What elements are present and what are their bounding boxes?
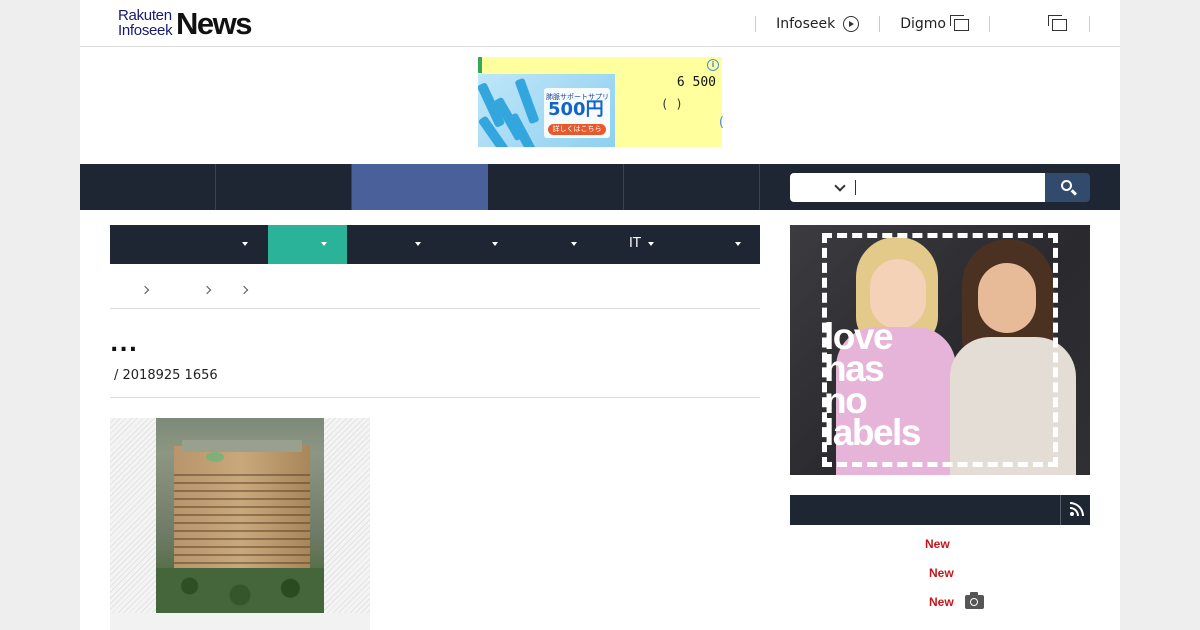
article-date: / 2018925 1656 xyxy=(114,368,218,383)
header-links: Infoseek Digmo xyxy=(755,12,1090,36)
subnav-item-active[interactable] xyxy=(268,225,347,264)
ad-details-button[interactable]: 詳しくはこちら xyxy=(548,124,606,135)
article-title: ... xyxy=(110,332,139,357)
photo-helipad xyxy=(206,452,224,462)
nav-item[interactable] xyxy=(80,164,216,210)
search-category-select[interactable] xyxy=(790,173,852,202)
search-form xyxy=(790,173,1090,202)
article-photo[interactable] xyxy=(156,418,324,613)
text-cursor xyxy=(855,180,856,195)
ad-text-line1: 6 500 xyxy=(676,75,716,90)
new-badge: New xyxy=(929,566,954,580)
subnav-item[interactable] xyxy=(110,225,268,264)
search-input[interactable] xyxy=(852,173,1045,202)
main-nav xyxy=(80,164,1120,210)
ad-slogan: love has no labels xyxy=(824,318,984,453)
caret-down-icon xyxy=(735,242,741,246)
page: Rakuten Infoseek News Infoseek Digmo i 肺… xyxy=(80,0,1120,630)
external-link[interactable] xyxy=(990,15,1089,31)
logo-news: News xyxy=(176,6,252,41)
ad-marker xyxy=(478,57,482,73)
divider xyxy=(110,397,760,398)
subnav-label: IT xyxy=(629,236,641,251)
chevron-right-icon xyxy=(202,285,212,295)
rss-button[interactable] xyxy=(1060,495,1090,525)
nav-item[interactable] xyxy=(624,164,760,210)
circle-play-icon xyxy=(843,16,860,32)
ad-price-panel: 肺脈サポートサプリ 500円 詳しくはこちら xyxy=(544,88,610,138)
external-window-icon xyxy=(950,15,969,31)
digmo-link[interactable]: Digmo xyxy=(880,15,989,32)
subnav-item[interactable] xyxy=(660,225,760,264)
category-subnav: IT xyxy=(110,225,760,264)
search-button[interactable] xyxy=(1045,173,1090,202)
new-badge: New xyxy=(925,537,950,551)
infoseek-link-label: Infoseek xyxy=(776,16,836,32)
caret-down-icon xyxy=(415,242,421,246)
article-photo-frame xyxy=(110,418,370,630)
external-window-icon xyxy=(1048,15,1067,31)
caret-down-icon xyxy=(648,242,654,246)
ad-text-line2: ( ) xyxy=(661,97,683,111)
caret-down-icon xyxy=(492,242,498,246)
banner-ad[interactable]: i 肺脈サポートサプリ 500円 詳しくはこちら 6 500 ( ) ( xyxy=(478,57,724,147)
infoseek-link[interactable]: Infoseek xyxy=(756,16,879,32)
sidebar-section-header xyxy=(790,495,1090,525)
nav-item[interactable] xyxy=(488,164,624,210)
nav-item[interactable] xyxy=(216,164,352,210)
subnav-item[interactable] xyxy=(503,225,581,264)
ad-info-icon[interactable]: i xyxy=(707,59,719,71)
search-icon xyxy=(1061,180,1072,191)
chevron-right-icon xyxy=(239,285,249,295)
new-badge: New xyxy=(929,595,954,609)
nav-item-active[interactable] xyxy=(352,164,488,210)
ad-text-line3: ( xyxy=(718,115,724,130)
ad-product-image: 肺脈サポートサプリ 500円 詳しくはこちら xyxy=(478,74,615,147)
breadcrumb xyxy=(110,270,760,309)
photo-building-floors xyxy=(174,468,310,578)
chevron-down-icon xyxy=(834,180,846,192)
subnav-item[interactable] xyxy=(425,225,503,264)
caret-down-icon xyxy=(242,242,248,246)
site-header: Rakuten Infoseek News Infoseek Digmo xyxy=(80,0,1120,47)
digmo-link-label: Digmo xyxy=(900,16,946,32)
logo-rakuten-infoseek: Rakuten Infoseek xyxy=(118,8,178,38)
header-divider xyxy=(1089,16,1090,32)
photo-trees xyxy=(156,568,324,613)
subnav-item[interactable]: IT xyxy=(581,225,660,264)
sidebar-ad[interactable]: love has no labels xyxy=(790,225,1090,475)
subnav-item[interactable] xyxy=(347,225,425,264)
photo-caption xyxy=(110,613,370,630)
photo-building-roof xyxy=(182,440,302,452)
rss-icon-dot xyxy=(1070,512,1074,516)
caret-down-icon xyxy=(571,242,577,246)
chevron-right-icon xyxy=(140,285,150,295)
logo-line-infoseek: Infoseek xyxy=(118,22,173,39)
ad-price: 500円 xyxy=(548,99,604,120)
camera-icon xyxy=(965,592,984,609)
caret-down-icon xyxy=(321,242,327,246)
ad-slogan-line: labels xyxy=(824,412,921,453)
rss-icon xyxy=(1070,502,1084,516)
